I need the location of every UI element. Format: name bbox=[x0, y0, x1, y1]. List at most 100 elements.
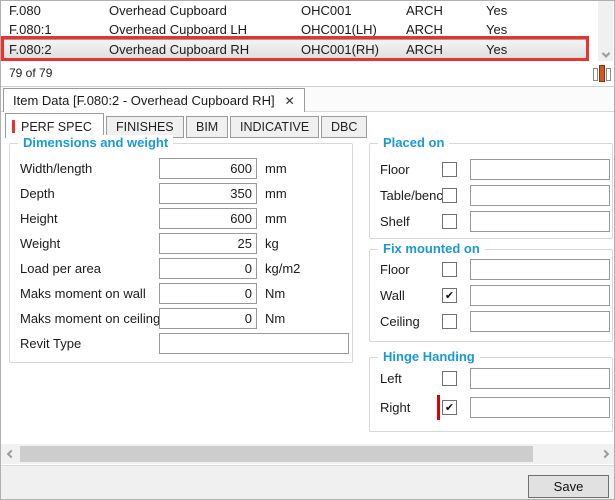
hinge-left-input[interactable] bbox=[470, 368, 610, 389]
field-maks-moment-on-ceiling-input[interactable] bbox=[159, 308, 257, 329]
checkbox-label: Right bbox=[380, 397, 410, 418]
field-width-length-input[interactable] bbox=[159, 158, 257, 179]
items-panel-icon[interactable] bbox=[593, 65, 611, 83]
cell-name: Overhead Cupboard bbox=[109, 1, 297, 20]
form-row-load-per-area: Load per area kg/m2 bbox=[10, 258, 352, 280]
placed-on-floor-checkbox[interactable] bbox=[442, 162, 457, 177]
cell-code: F.080:1 bbox=[9, 20, 105, 39]
unit-label: mm bbox=[265, 158, 287, 179]
form-row-height: Height mm bbox=[10, 208, 352, 230]
cell-code: F.080 bbox=[9, 1, 105, 20]
horizontal-scrollbar[interactable] bbox=[1, 444, 614, 464]
group-hinge-handing: Hinge Handing LeftRight✔ bbox=[369, 357, 613, 432]
item-data-tab[interactable]: Item Data [F.080:2 - Overhead Cupboard R… bbox=[3, 88, 305, 112]
tab-label: FINISHES bbox=[116, 120, 174, 134]
hinge-left-checkbox[interactable] bbox=[442, 371, 457, 386]
checkbox-label: Floor bbox=[380, 259, 410, 280]
field-label: Maks moment on wall bbox=[20, 283, 146, 304]
tab-label: INDICATIVE bbox=[240, 120, 309, 134]
cell-flag: Yes bbox=[486, 20, 586, 39]
tab-label: DBC bbox=[331, 120, 357, 134]
fix-mounted-ceiling-input[interactable] bbox=[470, 311, 610, 332]
cell-name: Overhead Cupboard RH bbox=[109, 40, 297, 60]
scroll-down-button[interactable] bbox=[598, 48, 613, 62]
checkbox-label: Wall bbox=[380, 285, 405, 306]
footer-bar: Save bbox=[1, 465, 614, 499]
table-row-f-080[interactable]: F.080Overhead CupboardOHC001ARCHYes bbox=[1, 1, 589, 20]
item-data-tab-title: Item Data [F.080:2 - Overhead Cupboard R… bbox=[13, 93, 275, 108]
field-label: Revit Type bbox=[20, 333, 81, 354]
hinge-row-right: Right ✔ bbox=[370, 397, 612, 419]
form-row-width-length: Width/lengthmm bbox=[10, 158, 352, 180]
cell-flag: Yes bbox=[486, 40, 586, 60]
field-label: Maks moment on ceiling bbox=[20, 308, 160, 329]
cell-name: Overhead Cupboard LH bbox=[109, 20, 297, 39]
hinge-right-checkbox[interactable]: ✔ bbox=[442, 400, 457, 415]
perf-spec-panel: Dimensions and weight Width/lengthmm Dept… bbox=[1, 138, 614, 444]
unit-label: mm bbox=[265, 208, 287, 229]
placed-on-table-bench-input[interactable] bbox=[470, 185, 610, 206]
chevron-down-icon bbox=[601, 49, 609, 57]
items-table: F.080Overhead CupboardOHC001ARCHYesF.080… bbox=[1, 1, 597, 60]
item-data-window: F.080Overhead CupboardOHC001ARCHYesF.080… bbox=[0, 0, 615, 500]
unit-label: Nm bbox=[265, 283, 285, 304]
tab-bim[interactable]: BIM bbox=[186, 116, 228, 138]
field-label: Load per area bbox=[20, 258, 101, 279]
tab-dbc[interactable]: DBC bbox=[321, 116, 367, 138]
horizontal-scrollbar-thumb[interactable] bbox=[20, 446, 533, 462]
table-row-f-080-2[interactable]: F.080:2Overhead Cupboard RHOHC001(RH)ARC… bbox=[1, 39, 589, 60]
placed-on-floor-input[interactable] bbox=[470, 159, 610, 180]
scroll-right-button[interactable] bbox=[596, 444, 613, 464]
field-maks-moment-on-wall-input[interactable] bbox=[159, 283, 257, 304]
tab-label: PERF SPEC bbox=[21, 120, 92, 134]
cell-discipline: ARCH bbox=[406, 40, 482, 60]
group-placed-on-title: Placed on bbox=[378, 135, 449, 150]
form-row-maks-moment-on-wall: Maks moment on wall Nm bbox=[10, 283, 352, 305]
fix-mounted-floor-input[interactable] bbox=[470, 259, 610, 280]
fix-mounted-wall-checkbox[interactable]: ✔ bbox=[442, 288, 457, 303]
unit-label: Nm bbox=[265, 308, 285, 329]
unit-label: kg/m2 bbox=[265, 258, 300, 279]
tab-indicative[interactable]: INDICATIVE bbox=[230, 116, 319, 138]
checkbox-label: Table/bench bbox=[380, 185, 450, 206]
placed-on-shelf-input[interactable] bbox=[470, 211, 610, 232]
save-button[interactable]: Save bbox=[528, 475, 609, 498]
chevron-left-icon bbox=[6, 450, 14, 458]
table-row-f-080-1[interactable]: F.080:1Overhead Cupboard LHOHC001(LH)ARC… bbox=[1, 20, 589, 39]
fix-mounted-ceiling-checkbox[interactable] bbox=[442, 314, 457, 329]
hinge-row-left: Left bbox=[370, 368, 612, 390]
group-placed-on: Placed on FloorTable/benchShelf bbox=[369, 143, 613, 239]
table-vertical-scrollbar[interactable] bbox=[598, 1, 613, 63]
close-icon[interactable]: ✕ bbox=[285, 95, 295, 107]
placed-on-table-bench-checkbox[interactable] bbox=[442, 188, 457, 203]
group-hinge-handing-title: Hinge Handing bbox=[378, 349, 480, 364]
group-dimensions-title: Dimensions and weight bbox=[18, 135, 173, 150]
checkbox-label: Shelf bbox=[380, 211, 410, 232]
status-bar: 79 of 79 bbox=[1, 61, 614, 87]
checkbox-label: Floor bbox=[380, 159, 410, 180]
scroll-left-button[interactable] bbox=[2, 444, 19, 464]
fix-mounted-floor-checkbox[interactable] bbox=[442, 262, 457, 277]
fix-mounted-row-ceiling: Ceiling bbox=[370, 311, 612, 333]
placed-on-shelf-checkbox[interactable] bbox=[442, 214, 457, 229]
cell-product: OHC001(RH) bbox=[301, 40, 401, 60]
record-count: 79 of 79 bbox=[9, 61, 52, 86]
field-weight-input[interactable] bbox=[159, 233, 257, 254]
hinge-right-input[interactable] bbox=[470, 397, 610, 418]
chevron-right-icon bbox=[600, 450, 608, 458]
active-tab-marker bbox=[12, 120, 15, 133]
field-revit-type-input[interactable] bbox=[159, 333, 349, 354]
cell-flag: Yes bbox=[486, 1, 586, 20]
field-depth-input[interactable] bbox=[159, 183, 257, 204]
modified-indicator bbox=[437, 395, 440, 420]
checkbox-label: Ceiling bbox=[380, 311, 420, 332]
fix-mounted-wall-input[interactable] bbox=[470, 285, 610, 306]
field-load-per-area-input[interactable] bbox=[159, 258, 257, 279]
placed-on-row-floor: Floor bbox=[370, 159, 612, 181]
field-label: Height bbox=[20, 208, 58, 229]
cell-product: OHC001 bbox=[301, 1, 401, 20]
cell-product: OHC001(LH) bbox=[301, 20, 401, 39]
field-height-input[interactable] bbox=[159, 208, 257, 229]
placed-on-row-shelf: Shelf bbox=[370, 211, 612, 233]
form-row-depth: Depthmm bbox=[10, 183, 352, 205]
